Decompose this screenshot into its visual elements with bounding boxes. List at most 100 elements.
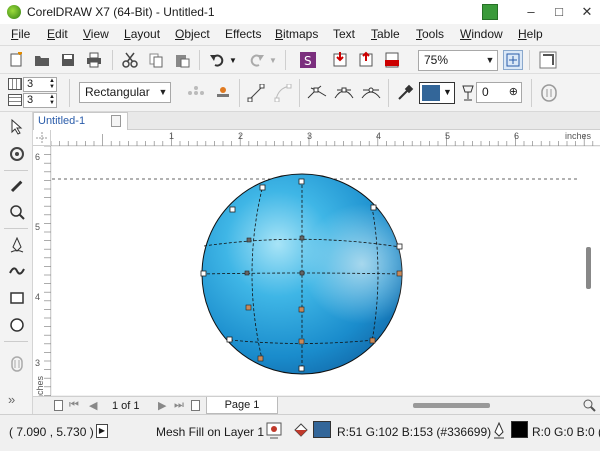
page-counter: 1 of 1 xyxy=(112,400,140,412)
page-tab[interactable]: Page 1 xyxy=(206,397,278,414)
h-tick-label: 2 xyxy=(238,131,244,141)
interactive-fill-tool-icon[interactable] xyxy=(7,354,27,374)
add-page-after-icon[interactable] xyxy=(191,400,200,411)
add-page-before-icon[interactable] xyxy=(54,400,63,411)
rectangle-tool-icon[interactable] xyxy=(7,288,27,308)
zoom-tool-icon[interactable] xyxy=(7,202,27,222)
tab-options-icon[interactable] xyxy=(111,115,121,127)
spinner-arrows-icon[interactable]: ▲ ▼ xyxy=(49,94,55,106)
ellipse-tool-icon[interactable] xyxy=(7,315,27,335)
grid-rows-spinner[interactable]: 3 ▲ ▼ xyxy=(23,93,57,108)
zoom-level-combo[interactable]: 75% ▼ xyxy=(418,50,498,71)
close-button[interactable]: ✕ xyxy=(574,3,600,21)
menu-object[interactable]: Object xyxy=(175,27,210,41)
selection-mode-dropdown-icon[interactable]: ▼ xyxy=(156,83,170,102)
vertical-scrollbar[interactable] xyxy=(578,147,600,395)
color-proofing-icon[interactable] xyxy=(266,422,282,443)
first-page-icon[interactable]: ⏮ xyxy=(69,399,79,412)
zoom-dropdown-arrow-icon[interactable]: ▼ xyxy=(483,51,497,70)
last-page-icon[interactable]: ⏭ xyxy=(174,399,184,412)
symmetrical-node-icon[interactable] xyxy=(361,83,381,103)
h-tick-label: 4 xyxy=(376,131,382,141)
cut-icon[interactable] xyxy=(120,50,140,70)
menu-layout[interactable]: Layout xyxy=(124,27,160,41)
search-content-icon[interactable]: S xyxy=(298,50,318,70)
selection-mode-combo[interactable]: Rectangular ▼ xyxy=(79,82,171,103)
clear-mesh-icon[interactable] xyxy=(540,83,560,103)
save-icon[interactable] xyxy=(58,50,78,70)
copy-icon[interactable] xyxy=(146,50,166,70)
full-screen-preview-icon[interactable] xyxy=(503,50,523,70)
minimize-button[interactable]: – xyxy=(518,3,544,21)
page-navigator: ⏮ ◀ 1 of 1 ▶ ⏭ Page 1 xyxy=(33,396,600,414)
open-folder-icon[interactable] xyxy=(32,50,52,70)
maximize-button[interactable]: □ xyxy=(546,3,572,21)
pick-tool-icon[interactable] xyxy=(7,117,27,137)
toolbar-separator xyxy=(199,50,200,70)
next-page-icon[interactable]: ▶ xyxy=(158,399,166,412)
drawing-canvas[interactable] xyxy=(52,147,600,395)
canvas-drawing xyxy=(52,173,600,375)
convert-to-curve-icon[interactable] xyxy=(273,83,293,103)
horizontal-ruler[interactable]: 1 2 3 4 5 6 inches xyxy=(51,130,600,146)
menu-view[interactable]: View xyxy=(83,27,109,41)
status-outline-swatch xyxy=(511,421,528,438)
toolbox-expand-icon[interactable]: » xyxy=(8,392,15,407)
eyedropper-icon[interactable] xyxy=(395,83,415,103)
fill-color-dropdown-icon[interactable]: ▼ xyxy=(443,87,452,97)
convert-to-line-icon[interactable] xyxy=(246,83,266,103)
spinner-arrows-icon[interactable]: ▲ ▼ xyxy=(49,78,55,90)
menu-file[interactable]: File xyxy=(11,27,30,41)
export-icon[interactable] xyxy=(356,50,376,70)
toolbox: » xyxy=(0,112,33,414)
snap-to-icon[interactable] xyxy=(538,50,558,70)
spinner-plus-icon[interactable]: ⊕ xyxy=(509,83,518,102)
menu-window[interactable]: Window xyxy=(460,27,503,41)
menu-edit[interactable]: Edit xyxy=(47,27,68,41)
publish-pdf-icon[interactable] xyxy=(382,50,402,70)
vertical-ruler[interactable]: 6 5 4 3 inches xyxy=(33,146,51,402)
add-intersection-icon[interactable] xyxy=(186,83,206,103)
previous-page-icon[interactable]: ◀ xyxy=(89,399,97,412)
ruler-origin[interactable] xyxy=(33,130,51,146)
paste-icon[interactable] xyxy=(172,50,192,70)
shape-tool-icon[interactable] xyxy=(7,144,27,164)
crop-tool-icon[interactable] xyxy=(7,176,27,196)
transparency-icon[interactable] xyxy=(458,83,478,103)
menu-tools[interactable]: Tools xyxy=(416,27,444,41)
print-icon[interactable] xyxy=(84,50,104,70)
menu-text[interactable]: Text xyxy=(333,27,355,41)
grid-columns-spinner[interactable]: 3 ▲ ▼ xyxy=(23,77,57,92)
standard-toolbar: ▼ ▼ S 75% ▼ xyxy=(0,46,600,74)
redo-dropdown-icon[interactable]: ▼ xyxy=(269,56,277,65)
navigator-icon[interactable] xyxy=(582,398,596,415)
vertical-scroll-thumb[interactable] xyxy=(586,247,591,289)
redo-icon[interactable] xyxy=(247,50,267,70)
toolbar-separator xyxy=(112,50,113,70)
menu-help[interactable]: Help xyxy=(518,27,543,41)
cusp-node-icon[interactable] xyxy=(307,83,327,103)
mesh-filled-sphere[interactable] xyxy=(200,173,403,375)
menu-effects[interactable]: Effects xyxy=(225,27,261,41)
coreldraw-app-icon xyxy=(7,5,21,19)
undo-dropdown-icon[interactable]: ▼ xyxy=(229,56,237,65)
freehand-tool-icon[interactable] xyxy=(7,235,27,255)
artistic-media-tool-icon[interactable] xyxy=(7,261,27,281)
fill-color-swatch xyxy=(422,85,440,101)
fill-bucket-icon[interactable] xyxy=(292,422,310,443)
menu-table[interactable]: Table xyxy=(371,27,400,41)
corel-connect-icon[interactable] xyxy=(482,4,498,20)
outline-pen-icon[interactable] xyxy=(492,421,506,443)
undo-icon[interactable] xyxy=(207,50,227,70)
new-document-icon[interactable] xyxy=(6,50,26,70)
import-icon[interactable] xyxy=(330,50,350,70)
toolbar-separator xyxy=(239,79,240,107)
mesh-fill-color-picker[interactable]: ▼ xyxy=(419,82,455,104)
transparency-spinner[interactable]: 0 ⊕ xyxy=(476,82,522,103)
status-bar: ( 7.090 , 5.730 ) ▶ Mesh Fill on Layer 1… xyxy=(0,414,600,451)
horizontal-scroll-thumb[interactable] xyxy=(413,403,490,408)
menu-bitmaps[interactable]: Bitmaps xyxy=(275,27,318,41)
delete-node-icon[interactable] xyxy=(213,83,233,103)
smooth-node-icon[interactable] xyxy=(334,83,354,103)
status-expand-icon[interactable]: ▶ xyxy=(96,424,108,438)
